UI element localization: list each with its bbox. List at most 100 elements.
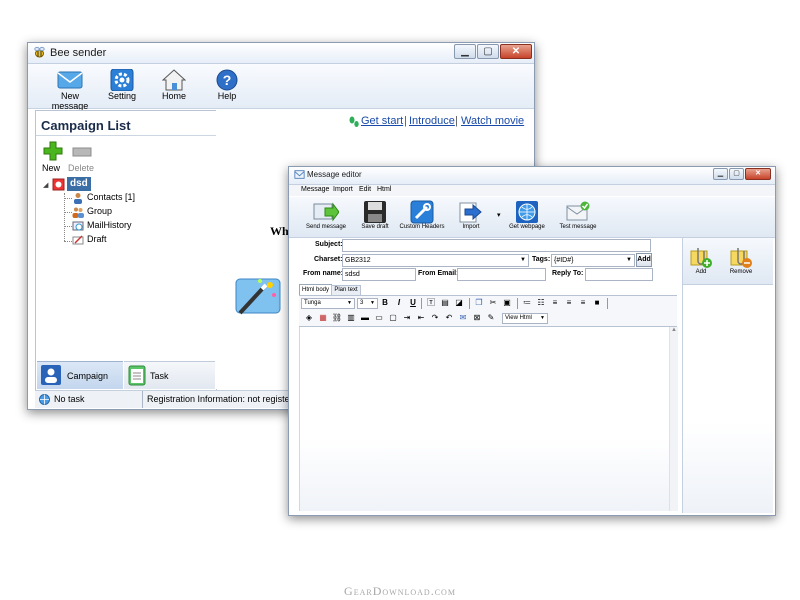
setting-button[interactable]: Setting — [102, 69, 142, 101]
delete-campaign-button[interactable]: Delete — [68, 141, 98, 173]
new-label: New — [42, 163, 61, 173]
new-message-button[interactable]: New message — [42, 69, 98, 111]
insert-object-icon[interactable]: ▥ — [345, 312, 357, 324]
attachment-list[interactable] — [683, 285, 773, 513]
draft-label: Draft — [87, 234, 107, 244]
custom-headers-button[interactable]: Custom Headers — [399, 200, 445, 230]
editor-minimize-button[interactable]: ▁ — [713, 168, 728, 180]
horizontal-rule-icon[interactable]: ▬ — [359, 312, 371, 324]
send-message-button[interactable]: Send message — [303, 200, 349, 230]
help-label: Help — [217, 91, 237, 101]
tree-item-contacts[interactable]: Contacts [1] — [72, 191, 192, 205]
test-message-button[interactable]: Test message — [555, 200, 601, 230]
custom-headers-label: Custom Headers — [399, 224, 445, 230]
help-icon: ? — [216, 69, 238, 91]
image-icon[interactable]: ◈ — [303, 312, 315, 324]
editor-window-title: Message editor — [307, 170, 362, 179]
help-button[interactable]: ? Help — [208, 69, 246, 101]
get-start-link[interactable]: Get start — [361, 115, 403, 127]
justify-icon[interactable]: ■ — [591, 297, 603, 309]
italic-button[interactable]: I — [393, 297, 405, 309]
properties-icon[interactable]: ✎ — [485, 312, 497, 324]
reply-to-input[interactable] — [585, 268, 653, 281]
align-center-icon[interactable]: ≡ — [563, 297, 575, 309]
editor-app-icon — [294, 170, 305, 179]
import-button[interactable]: Import — [453, 200, 489, 230]
scroll-up-icon[interactable]: ▲ — [671, 327, 677, 333]
from-name-input[interactable]: sdsd — [342, 268, 416, 281]
attach-remove-button[interactable]: Remove — [723, 245, 759, 275]
link-separator-1: | — [404, 115, 407, 127]
menu-html[interactable]: Html — [377, 186, 391, 193]
vertical-scrollbar[interactable]: ▲ — [669, 327, 678, 511]
font-size-select[interactable]: 3 ▼ — [357, 298, 378, 309]
introduce-link[interactable]: Introduce — [409, 115, 455, 127]
menu-edit[interactable]: Edit — [359, 186, 371, 193]
tab-task[interactable]: Task — [124, 361, 215, 389]
new-campaign-button[interactable]: New — [40, 141, 66, 173]
subject-input[interactable] — [342, 239, 651, 252]
tab-html-body[interactable]: Html body — [299, 284, 332, 295]
paste-icon[interactable]: ▣ — [501, 297, 513, 309]
tree-item-draft[interactable]: Draft — [72, 233, 192, 247]
home-button[interactable]: Home — [154, 69, 194, 101]
highlight-icon[interactable]: ▤ — [439, 297, 451, 309]
align-right-icon[interactable]: ≡ — [577, 297, 589, 309]
editor-maximize-button[interactable]: ▢ — [729, 168, 744, 180]
menu-message[interactable]: Message — [301, 186, 329, 193]
save-draft-button[interactable]: Save draft — [355, 200, 395, 230]
tree-item-group[interactable]: Group — [72, 205, 192, 219]
minus-icon — [72, 147, 92, 157]
insert-link-icon[interactable]: ⛓ — [331, 312, 343, 324]
welcome-heading-partial: Wh — [270, 224, 289, 238]
editor-close-button[interactable]: ✕ — [745, 168, 771, 180]
indent-icon[interactable]: ⇥ — [401, 312, 413, 324]
add-tag-button[interactable]: Add — [636, 253, 652, 267]
eraser-icon[interactable]: ◪ — [453, 297, 465, 309]
tab-plan-text[interactable]: Plan text — [331, 285, 361, 295]
spellcheck-icon[interactable]: ⊠ — [471, 312, 483, 324]
font-name-select[interactable]: Tunga ▼ — [301, 298, 355, 309]
cut-icon[interactable]: ✂ — [487, 297, 499, 309]
attach-add-button[interactable]: Add — [685, 245, 717, 275]
bullet-list-icon[interactable]: ☷ — [535, 297, 547, 309]
charset-select[interactable]: GB2312 ▼ — [342, 254, 529, 267]
menu-import[interactable]: Import — [333, 186, 353, 193]
align-left-icon[interactable]: ≡ — [549, 297, 561, 309]
input-field-icon[interactable]: ▢ — [387, 312, 399, 324]
link-separator-2: | — [455, 115, 458, 127]
close-button[interactable]: ✕ — [500, 44, 532, 59]
magic-wand-icon[interactable] — [234, 275, 282, 317]
import-dropdown-icon[interactable]: ▾ — [497, 211, 501, 219]
insert-email-icon[interactable]: ✉ — [457, 312, 469, 324]
format-toolbar-2: ◈ ▦ ⛓ ▥ ▬ ▭ ▢ ⇥ ⇤ ↷ ↶ ✉ ⊠ ✎ View Html ▼ — [299, 311, 677, 327]
bold-button[interactable]: B — [379, 297, 391, 309]
editor-toolbar: Send message Save draft Custom Headers I… — [289, 197, 775, 238]
group-label: Group — [87, 206, 113, 216]
get-webpage-button[interactable]: Get webpage — [505, 200, 549, 230]
watch-movie-link[interactable]: Watch movie — [461, 115, 524, 127]
maximize-button[interactable]: ▢ — [477, 44, 499, 59]
undo-icon[interactable]: ↶ — [443, 312, 455, 324]
tree-expand-icon[interactable]: ◢ — [43, 181, 48, 189]
redo-icon[interactable]: ↷ — [429, 312, 441, 324]
text-color-icon[interactable]: 🅃 — [425, 297, 437, 309]
html-body-editor[interactable]: ▲ — [299, 327, 678, 511]
tags-select[interactable]: {#ID#} ▼ — [551, 254, 635, 267]
setting-label: Setting — [107, 91, 137, 101]
send-arrow-icon — [313, 202, 339, 222]
tab-campaign[interactable]: Campaign — [37, 361, 123, 389]
view-mode-select[interactable]: View Html ▼ — [502, 313, 548, 324]
underline-button[interactable]: U — [407, 297, 419, 309]
form-icon[interactable]: ▭ — [373, 312, 385, 324]
from-email-input[interactable] — [457, 268, 546, 281]
outdent-icon[interactable]: ⇤ — [415, 312, 427, 324]
copy-icon[interactable]: ❐ — [473, 297, 485, 309]
editor-menubar: Message Import Edit Html — [289, 185, 775, 196]
get-webpage-label: Get webpage — [509, 224, 545, 230]
numbered-list-icon[interactable]: ≔ — [521, 297, 533, 309]
attach-remove-label: Remove — [729, 269, 753, 275]
tree-item-mailhistory[interactable]: MailHistory — [72, 219, 192, 233]
minimize-button[interactable]: ▁ — [454, 44, 476, 59]
table-icon[interactable]: ▦ — [317, 312, 329, 324]
